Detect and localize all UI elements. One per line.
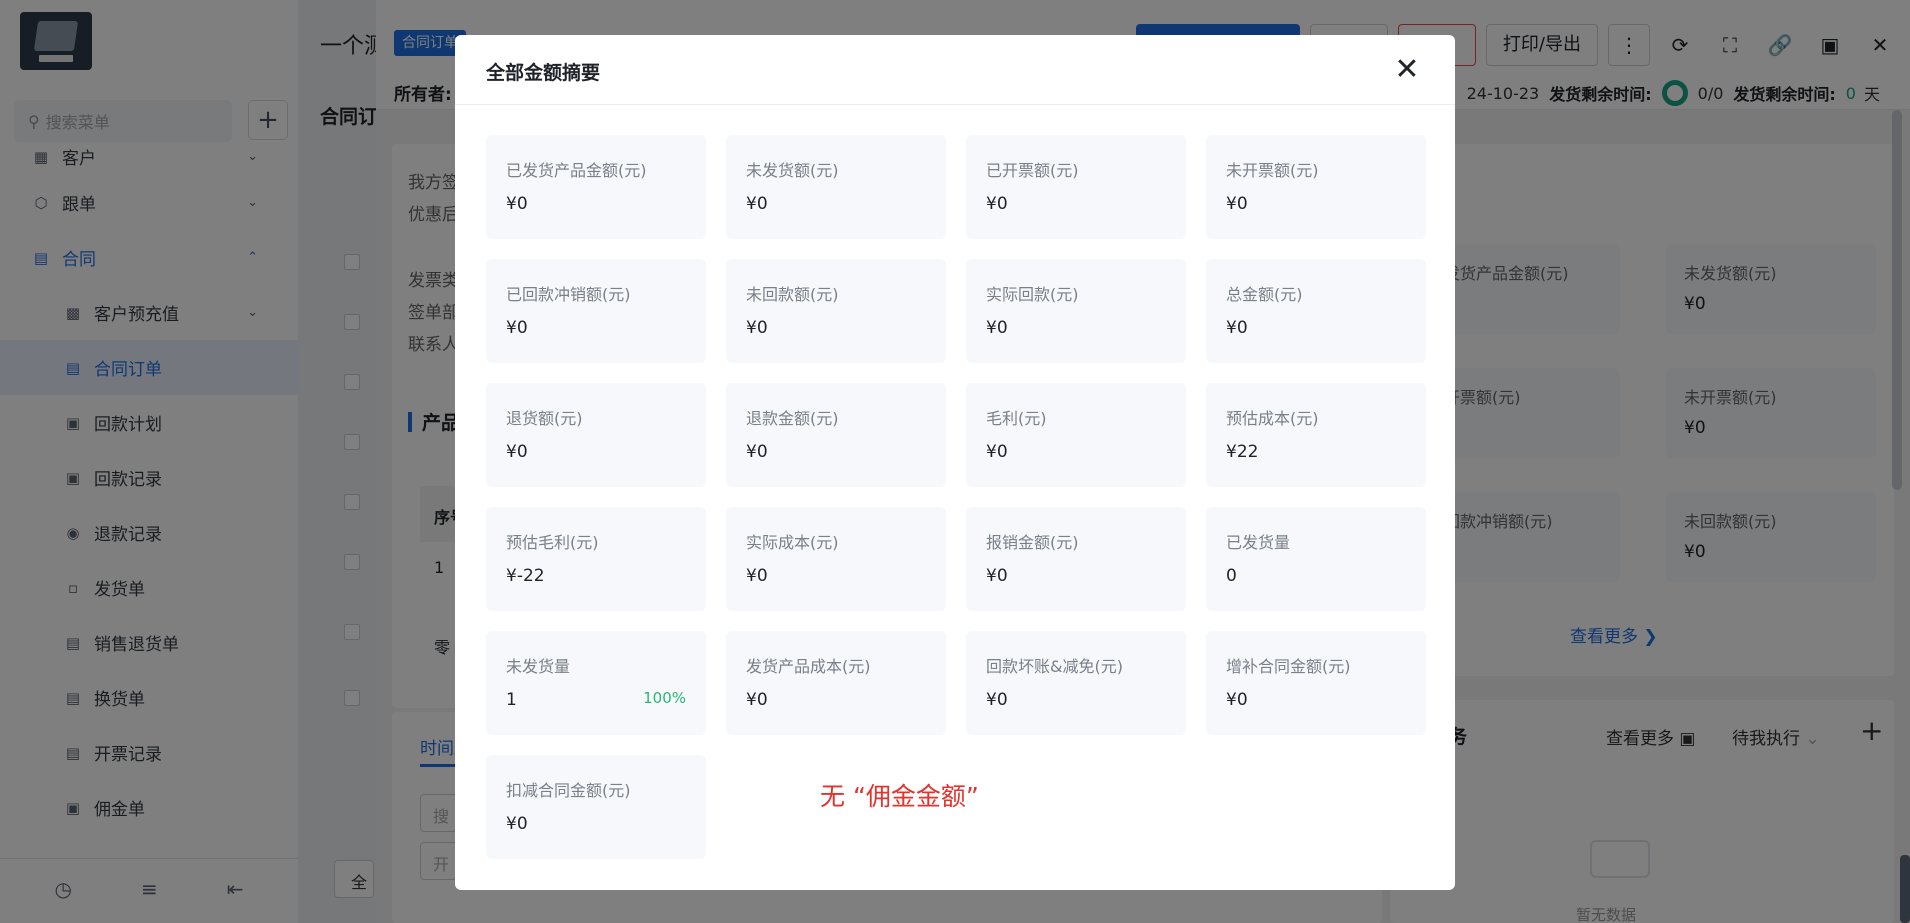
amount-card-value: ¥0 xyxy=(506,442,528,462)
amount-card: 报销金额(元) ¥0 xyxy=(966,507,1186,611)
amount-card-label: 未发货额(元) xyxy=(746,161,839,180)
amount-card-label: 毛利(元) xyxy=(986,409,1047,428)
amount-card: 实际回款(元) ¥0 xyxy=(966,259,1186,363)
amount-card-label: 发货产品成本(元) xyxy=(746,657,871,676)
amount-card: 退款金额(元) ¥0 xyxy=(726,383,946,487)
amount-card: 总金额(元) ¥0 xyxy=(1206,259,1426,363)
amount-summary-modal: 全部金额摘要 ✕ 已发货产品金额(元) ¥0 未发货额(元) ¥0 已开票额(元… xyxy=(455,35,1455,890)
amount-card-label: 未回款额(元) xyxy=(746,285,839,304)
amount-card-value: ¥0 xyxy=(1226,194,1248,214)
amount-card-label: 已发货量 xyxy=(1226,533,1291,552)
amount-card-value: ¥0 xyxy=(986,318,1008,338)
amount-card-percent: 100% xyxy=(643,689,686,707)
amount-card: 预估成本(元) ¥22 xyxy=(1206,383,1426,487)
amount-card-value: ¥0 xyxy=(746,690,768,710)
amount-card-label: 实际成本(元) xyxy=(746,533,839,552)
amount-card-label: 已发货产品金额(元) xyxy=(506,161,647,180)
amount-card: 已发货量 0 xyxy=(1206,507,1426,611)
amount-card: 回款坏账&减免(元) ¥0 xyxy=(966,631,1186,735)
amount-card: 未开票额(元) ¥0 xyxy=(1206,135,1426,239)
amount-card-value: ¥0 xyxy=(1226,318,1248,338)
close-icon: ✕ xyxy=(1394,51,1420,87)
amount-card-value: ¥0 xyxy=(1226,690,1248,710)
amount-card-value: ¥0 xyxy=(986,566,1008,586)
amount-card: 退货额(元) ¥0 xyxy=(486,383,706,487)
amount-card: 预估毛利(元) ¥-22 xyxy=(486,507,706,611)
amount-card-label: 增补合同金额(元) xyxy=(1226,657,1351,676)
amount-card-value: ¥22 xyxy=(1226,442,1259,462)
amount-card-label: 退货额(元) xyxy=(506,409,583,428)
amount-card-value: ¥0 xyxy=(506,194,528,214)
amount-card: 未发货量 1 100% xyxy=(486,631,706,735)
amount-card-value: ¥-22 xyxy=(506,566,545,586)
amount-card-label: 总金额(元) xyxy=(1226,285,1303,304)
amount-card: 扣减合同金额(元) ¥0 xyxy=(486,755,706,859)
amount-card: 未回款额(元) ¥0 xyxy=(726,259,946,363)
amount-card-value: ¥0 xyxy=(746,442,768,462)
amount-card-label: 报销金额(元) xyxy=(986,533,1079,552)
amount-card-value: ¥0 xyxy=(986,442,1008,462)
amount-card-value: ¥0 xyxy=(506,318,528,338)
amount-card: 已回款冲销额(元) ¥0 xyxy=(486,259,706,363)
amount-card-value: ¥0 xyxy=(746,318,768,338)
amount-card-label: 已回款冲销额(元) xyxy=(506,285,631,304)
modal-title: 全部金额摘要 xyxy=(486,62,601,84)
amount-card-value: ¥0 xyxy=(506,814,528,834)
amount-card: 增补合同金额(元) ¥0 xyxy=(1206,631,1426,735)
annotation-note: 无 “佣金金额” xyxy=(820,782,979,811)
amount-card: 发货产品成本(元) ¥0 xyxy=(726,631,946,735)
amount-card-label: 预估毛利(元) xyxy=(506,533,599,552)
amount-card-label: 回款坏账&减免(元) xyxy=(986,657,1123,676)
modal-close-button[interactable]: ✕ xyxy=(1387,49,1427,89)
amount-card-value: ¥0 xyxy=(746,566,768,586)
amount-card: 未发货额(元) ¥0 xyxy=(726,135,946,239)
amount-card: 已开票额(元) ¥0 xyxy=(966,135,1186,239)
amount-card: 实际成本(元) ¥0 xyxy=(726,507,946,611)
amount-card-label: 预估成本(元) xyxy=(1226,409,1319,428)
amount-card-value: ¥0 xyxy=(986,194,1008,214)
modal-header: 全部金额摘要 ✕ xyxy=(455,35,1455,105)
amount-card-label: 已开票额(元) xyxy=(986,161,1079,180)
amount-card: 已发货产品金额(元) ¥0 xyxy=(486,135,706,239)
amount-card-value: ¥0 xyxy=(746,194,768,214)
amount-card-value: ¥0 xyxy=(986,690,1008,710)
amount-card-value: 0 xyxy=(1226,566,1237,586)
amount-card-label: 未开票额(元) xyxy=(1226,161,1319,180)
amount-card-label: 退款金额(元) xyxy=(746,409,839,428)
amount-card-label: 未发货量 xyxy=(506,657,571,676)
amount-card-label: 实际回款(元) xyxy=(986,285,1079,304)
amount-card-label: 扣减合同金额(元) xyxy=(506,781,631,800)
amount-card: 毛利(元) ¥0 xyxy=(966,383,1186,487)
